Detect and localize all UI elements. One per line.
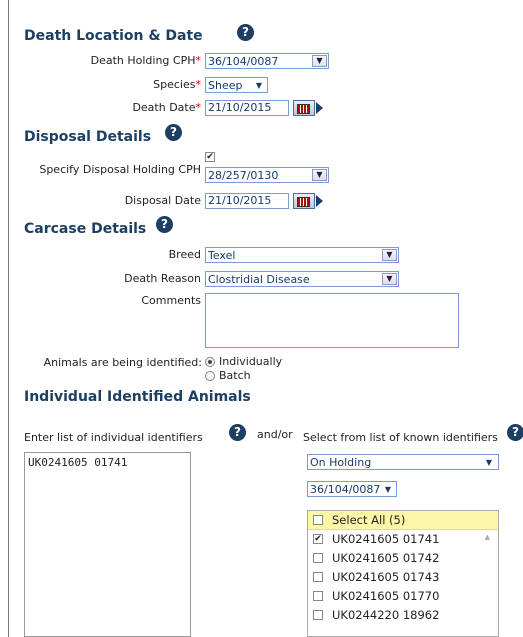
species-value: Sheep xyxy=(208,79,243,92)
select-all-checkbox[interactable] xyxy=(313,515,323,525)
radio-batch[interactable] xyxy=(205,371,215,381)
calendar-arrow-icon[interactable] xyxy=(316,102,323,114)
species-label-text: Species xyxy=(153,78,196,91)
identifier-label: UK0244220 18962 xyxy=(332,608,440,622)
disposal-cph-checkbox[interactable]: ✔ xyxy=(205,152,215,162)
radio-individually[interactable] xyxy=(205,357,215,367)
disposal-holding-select[interactable]: 28/257/0130 ▼ xyxy=(205,167,329,183)
chevron-down-icon[interactable]: ▼ xyxy=(312,55,327,67)
chevron-down-icon[interactable]: ▼ xyxy=(486,455,492,469)
death-holding-label: Death Holding CPH* xyxy=(91,54,201,67)
identifier-checkbox[interactable] xyxy=(313,610,323,620)
comments-textarea[interactable] xyxy=(205,293,459,348)
identifier-label: UK0241605 01742 xyxy=(332,551,440,565)
species-select[interactable]: Sheep ▼ xyxy=(205,77,268,93)
disposal-help-icon[interactable]: ? xyxy=(165,124,182,141)
calendar-icon[interactable] xyxy=(293,193,315,209)
source-value: On Holding xyxy=(310,456,372,469)
select-all-label: Select All (5) xyxy=(332,513,406,527)
list-item[interactable]: UK0244220 18962 xyxy=(308,606,498,624)
list-item[interactable]: ✔ UK0241605 01741 xyxy=(308,530,498,548)
cph-value: 36/104/0087 xyxy=(310,483,381,496)
disposal-holding-value: 28/257/0130 xyxy=(208,169,279,182)
chevron-down-icon[interactable]: ▼ xyxy=(382,273,397,285)
identifiers-textarea[interactable]: UK0241605 01741 xyxy=(24,452,191,637)
identifier-label: UK0241605 01770 xyxy=(332,589,440,603)
list-item[interactable]: UK0241605 01770 xyxy=(308,587,498,605)
required-marker: * xyxy=(195,101,202,114)
list-item[interactable]: UK0241605 01743 xyxy=(308,568,498,586)
select-all-row[interactable]: Select All (5) xyxy=(308,511,498,530)
select-identifiers-label: Select from list of known identifiers xyxy=(303,431,498,444)
required-marker: * xyxy=(195,54,202,67)
calendar-arrow-icon[interactable] xyxy=(316,195,323,207)
death-help-icon[interactable]: ? xyxy=(237,24,254,41)
death-date-label-text: Death Date xyxy=(132,101,196,114)
disposal-holding-label: Specify Disposal Holding CPH xyxy=(39,163,201,176)
identifier-label: UK0241605 01743 xyxy=(332,570,440,584)
carcase-section-title: Carcase Details xyxy=(24,221,147,237)
enter-help-icon[interactable]: ? xyxy=(229,424,246,441)
chevron-down-icon[interactable]: ▼ xyxy=(385,482,391,496)
death-date-input[interactable]: 21/10/2015 xyxy=(205,100,289,116)
death-section-title: Death Location & Date xyxy=(24,28,203,44)
select-help-icon[interactable]: ? xyxy=(507,424,523,441)
source-select[interactable]: On Holding ▼ xyxy=(307,454,499,470)
death-reason-select[interactable]: Clostridial Disease ▼ xyxy=(205,271,399,287)
breed-value: Texel xyxy=(208,249,236,262)
carcase-help-icon[interactable]: ? xyxy=(156,216,173,233)
identifier-checkbox[interactable]: ✔ xyxy=(313,534,323,544)
identifier-checkbox[interactable] xyxy=(313,553,323,563)
andor-label: and/or xyxy=(257,428,293,441)
identifier-checkbox[interactable] xyxy=(313,591,323,601)
disposal-section-title: Disposal Details xyxy=(24,129,152,145)
species-label: Species* xyxy=(153,78,201,91)
breed-label: Breed xyxy=(168,248,201,261)
death-reason-value: Clostridial Disease xyxy=(208,273,310,286)
comments-label: Comments xyxy=(141,294,201,307)
radio-individually-label: Individually xyxy=(219,355,283,368)
breed-select[interactable]: Texel ▼ xyxy=(205,247,399,263)
death-holding-value: 36/104/0087 xyxy=(208,55,279,68)
cph-select[interactable]: 36/104/0087 ▼ xyxy=(307,481,397,497)
required-marker: * xyxy=(195,78,202,91)
list-item[interactable]: UK0241605 01742 xyxy=(308,549,498,567)
identified-label: Animals are being identified: xyxy=(43,356,202,369)
scroll-up-icon[interactable]: ▲ xyxy=(485,533,490,541)
identifier-checkbox[interactable] xyxy=(313,572,323,582)
radio-batch-label: Batch xyxy=(219,369,251,382)
calendar-icon[interactable] xyxy=(293,100,315,116)
enter-identifiers-label: Enter list of individual identifiers xyxy=(24,431,203,444)
disposal-date-label: Disposal Date xyxy=(124,194,201,207)
death-holding-label-text: Death Holding CPH xyxy=(90,54,196,67)
death-holding-select[interactable]: 36/104/0087 ▼ xyxy=(205,53,329,69)
death-date-label: Death Date* xyxy=(132,101,201,114)
chevron-down-icon[interactable]: ▼ xyxy=(312,169,327,181)
individual-section-title: Individual Identified Animals xyxy=(24,389,251,405)
identifier-label: UK0241605 01741 xyxy=(332,532,440,546)
left-border-rule xyxy=(8,0,9,637)
disposal-date-input[interactable]: 21/10/2015 xyxy=(205,193,289,209)
known-identifiers-list[interactable]: Select All (5) ✔ UK0241605 01741 UK02416… xyxy=(307,510,499,637)
chevron-down-icon[interactable]: ▼ xyxy=(256,78,262,92)
death-reason-label: Death Reason xyxy=(124,272,201,285)
entered-identifier: UK0241605 01741 xyxy=(28,456,128,469)
chevron-down-icon[interactable]: ▼ xyxy=(382,249,397,261)
